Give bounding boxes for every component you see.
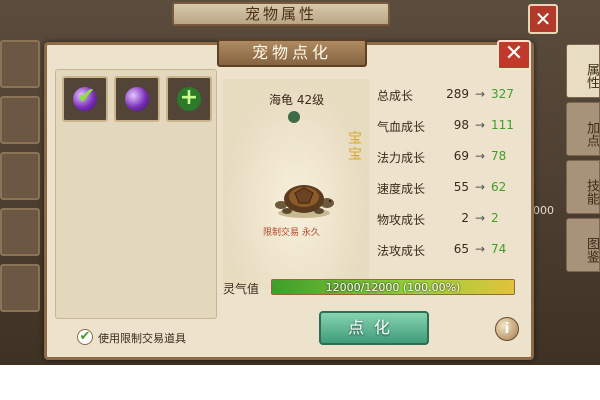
stat-row-hp-growth: 气血成长 98 → 111 (377, 118, 527, 138)
stat-new-value: 327 (491, 87, 514, 101)
stat-old-value: 98 (453, 118, 469, 132)
item-slot[interactable] (114, 76, 160, 122)
arrow-icon: → (475, 118, 486, 132)
info-button[interactable]: i (495, 317, 519, 341)
background-close-button[interactable]: ✕ (528, 4, 558, 34)
background-value-text: 000 (533, 204, 554, 217)
purple-orb-icon (125, 87, 149, 111)
baby-badge: 宝宝 (348, 131, 362, 163)
pet-name-level: 海龟 42级 (269, 93, 325, 107)
stat-label: 气血成长 (377, 120, 426, 134)
stat-old-value: 69 (453, 149, 469, 163)
aura-label: 灵气值 (223, 282, 260, 296)
arrow-icon: → (475, 211, 486, 225)
use-restricted-items-label: 使用限制交易道具 (98, 332, 186, 345)
arrow-icon: → (475, 87, 486, 101)
aura-progress-text: 12000/12000 (100.00%) (325, 281, 461, 294)
stat-old-value: 55 (453, 180, 469, 194)
stat-old-value: 289 (446, 87, 469, 101)
stat-old-value: 2 (461, 211, 469, 225)
item-slot-selected[interactable]: ✔ (62, 76, 108, 122)
stat-label: 速度成长 (377, 182, 426, 196)
stat-label: 法力成长 (377, 151, 426, 165)
refine-button[interactable]: 点化 (319, 311, 429, 345)
stat-label: 总成长 (377, 89, 414, 103)
stat-row-mana-growth: 法力成长 69 → 78 (377, 149, 527, 169)
item-panel: ✔ + (55, 69, 217, 319)
arrow-icon: → (475, 149, 486, 163)
tab-codex[interactable]: 图鉴 (566, 218, 600, 272)
dialog-title: 宠物点化 (217, 39, 367, 67)
stat-row-magic-attack-growth: 法攻成长 65 → 74 (377, 242, 527, 262)
stat-row-speed-growth: 速度成长 55 → 62 (377, 180, 527, 200)
pet-type-icon (288, 111, 300, 123)
stat-new-value: 111 (491, 118, 514, 132)
add-item-slot[interactable]: + (166, 76, 212, 122)
side-thumbnail[interactable] (0, 40, 40, 88)
background-right-tabs: 属性 加点 技能 图鉴 (566, 44, 600, 276)
trade-restriction-note: 限制交易 永久 (263, 228, 320, 238)
tab-attributes[interactable]: 属性 (566, 44, 600, 98)
bottom-strip (0, 365, 600, 400)
tab-skills[interactable]: 技能 (566, 160, 600, 214)
check-icon: ✔ (77, 84, 96, 109)
stat-row-total-growth: 总成长 289 → 327 (377, 87, 527, 107)
arrow-icon: → (475, 180, 486, 194)
stat-label: 法攻成长 (377, 244, 426, 258)
turtle-pet-image (275, 185, 334, 218)
stat-new-value: 2 (491, 211, 499, 225)
aura-progress-bar: 12000/12000 (100.00%) (271, 279, 515, 295)
background-window-title: 宠物属性 (172, 2, 390, 26)
side-thumbnail[interactable] (0, 264, 40, 312)
tab-add-points[interactable]: 加点 (566, 102, 600, 156)
stat-new-value: 78 (491, 149, 507, 163)
close-button[interactable]: ✕ (497, 40, 531, 70)
background-side-thumbnails (0, 40, 44, 320)
stat-new-value: 62 (491, 180, 507, 194)
stat-old-value: 65 (453, 242, 469, 256)
stat-row-physical-attack-growth: 物攻成长 2 → 2 (377, 211, 527, 231)
side-thumbnail[interactable] (0, 96, 40, 144)
arrow-icon: → (475, 242, 486, 256)
stat-label: 物攻成长 (377, 213, 426, 227)
use-restricted-items-checkbox[interactable]: ✔ (77, 329, 93, 345)
pet-refine-dialog: 宠物点化 ✕ ✔ + 海龟 42级 宝宝 限制交易 永久 总成长 289 → 3… (44, 39, 534, 360)
side-thumbnail[interactable] (0, 152, 40, 200)
plus-icon: + (177, 87, 201, 111)
side-thumbnail[interactable] (0, 208, 40, 256)
stat-new-value: 74 (491, 242, 507, 256)
